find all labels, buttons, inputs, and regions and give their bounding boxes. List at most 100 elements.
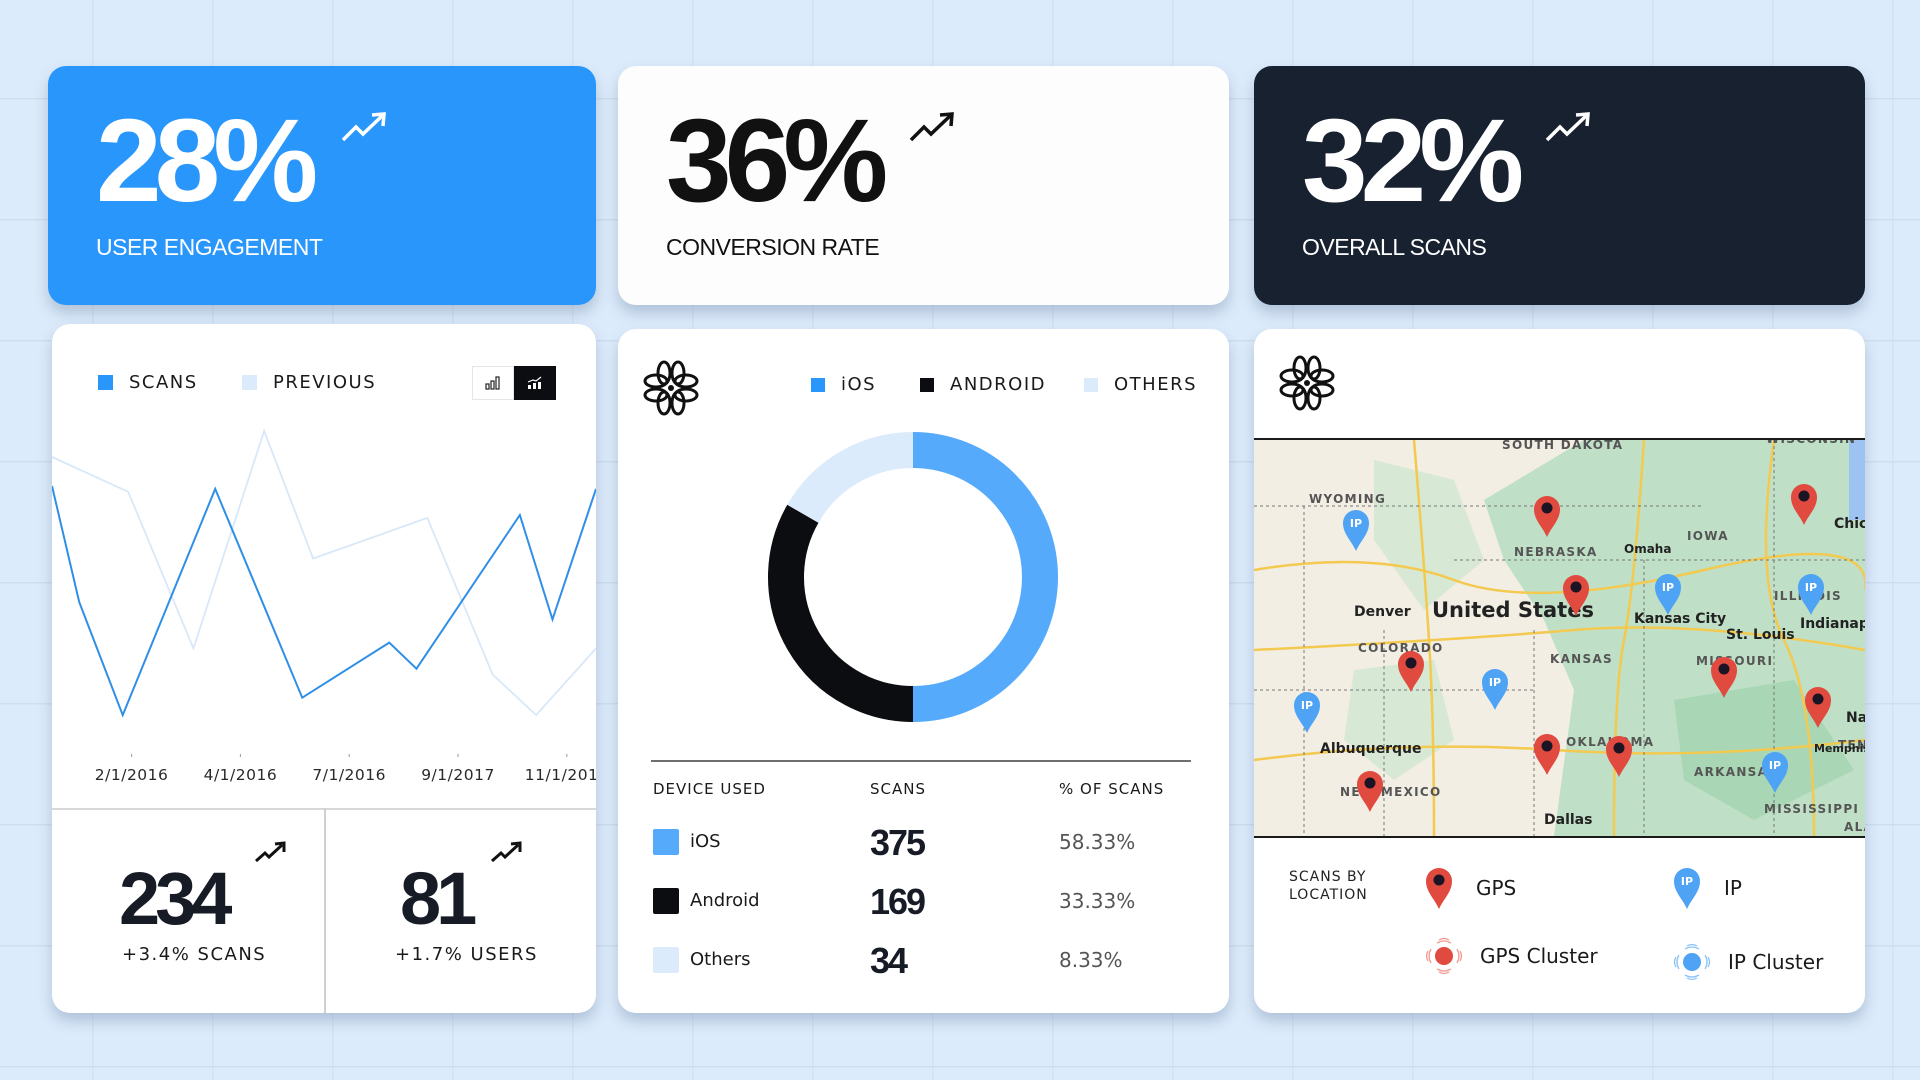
map-label: WYOMING [1309, 492, 1387, 506]
device-name: Android [690, 890, 760, 911]
svg-text:IP: IP [1805, 581, 1817, 594]
svg-text:IP: IP [1489, 676, 1501, 689]
map-city-label: Albuquerque [1320, 741, 1422, 757]
stat-caption: +1.7% USERS [395, 944, 538, 965]
map-city-label: Indianapo [1800, 616, 1865, 632]
series-line-previous [52, 428, 596, 717]
us-map[interactable]: SOUTH DAKOTA WYOMING NEBRASKA IOWA WISCO… [1254, 438, 1865, 838]
gps-pin-icon[interactable] [1532, 494, 1562, 538]
gps-pin-icon[interactable] [1789, 482, 1819, 526]
trending-up-icon [1545, 112, 1590, 142]
device-scans: 169 [870, 881, 926, 922]
svg-text:IP: IP [1301, 699, 1313, 712]
map-label: MISSISSIPPI [1764, 802, 1860, 816]
gps-pin-icon[interactable] [1561, 573, 1591, 617]
ip-cluster-icon [1673, 943, 1711, 981]
ip-pin-icon[interactable]: IP [1653, 572, 1683, 616]
gps-pin-icon[interactable] [1803, 685, 1833, 729]
brand-flower-icon [1279, 355, 1335, 411]
device-swatch [653, 829, 679, 855]
column-header-pct: % OF SCANS [1059, 780, 1165, 798]
kpi-label: CONVERSION RATE [666, 234, 880, 260]
device-name: Others [690, 949, 751, 970]
trending-up-icon [341, 112, 386, 142]
gps-pin-icon [1426, 868, 1452, 909]
series-line-scans [52, 485, 596, 718]
scans-line-chart-card: SCANS PREVIOUS 2/1/2016 4/1/2016 7/1/2016 9… [52, 324, 596, 1013]
donut-slice-others[interactable] [787, 432, 914, 524]
map-city-label: Denver [1354, 604, 1411, 620]
map-city-label: Memphis [1814, 742, 1865, 755]
kpi-label: OVERALL SCANS [1302, 234, 1487, 260]
device-swatch [653, 888, 679, 914]
x-tick-label: 2/1/2016 [94, 766, 169, 784]
ip-pin-icon: IP [1674, 868, 1700, 909]
legend-label: IP [1724, 876, 1742, 900]
map-city-label: Omaha [1624, 542, 1672, 556]
gps-pin-icon[interactable] [1396, 649, 1426, 693]
donut-slice-android[interactable] [768, 504, 914, 722]
stat-caption: +3.4% SCANS [122, 944, 267, 965]
stat-value: 234 [119, 857, 232, 940]
column-header-device: DEVICE USED [653, 780, 766, 798]
kpi-card-conversion-rate: 36% CONVERSION RATE [618, 66, 1229, 305]
trending-up-icon [909, 112, 954, 142]
device-scans: 34 [870, 940, 908, 981]
divider [324, 808, 326, 1013]
trending-up-icon [255, 841, 286, 863]
map-label: SOUTH DAKOTA [1502, 438, 1624, 452]
map-city-label: Dallas [1544, 812, 1593, 828]
gps-pin-icon[interactable] [1355, 769, 1385, 813]
ip-pin-icon[interactable]: IP [1796, 572, 1826, 616]
legend-item-gps: GPS [1424, 866, 1516, 910]
svg-text:IP: IP [1662, 581, 1674, 594]
ip-pin-icon[interactable]: IP [1760, 750, 1790, 794]
kpi-value: 28% [96, 95, 318, 227]
table-divider [651, 760, 1191, 762]
map-label: WISCONSIN [1766, 438, 1857, 446]
device-breakdown-card: iOS ANDROID OTHERS DEVICE USED SCANS % O… [618, 329, 1229, 1013]
device-swatch [653, 947, 679, 973]
gps-pin-icon[interactable] [1532, 732, 1562, 776]
x-tick-label: 4/1/2016 [203, 766, 278, 784]
kpi-value: 36% [666, 95, 888, 227]
gps-cluster-icon [1425, 937, 1463, 975]
x-tick-label: 11/1/2018 [524, 766, 596, 784]
map-city-label: Nas [1846, 710, 1865, 726]
ip-pin-icon[interactable]: IP [1292, 690, 1322, 734]
scans-by-location-card: SOUTH DAKOTA WYOMING NEBRASKA IOWA WISCO… [1254, 329, 1865, 1013]
map-label: NEBRASKA [1514, 545, 1598, 559]
map-label: KANSAS [1550, 652, 1614, 666]
kpi-card-overall-scans: 32% OVERALL SCANS [1254, 66, 1865, 305]
legend-label: IP Cluster [1728, 950, 1824, 974]
gps-pin-icon[interactable] [1604, 734, 1634, 778]
device-pct: 8.33% [1059, 948, 1123, 972]
trending-up-icon [491, 841, 522, 863]
legend-label: GPS Cluster [1480, 944, 1598, 968]
kpi-label: USER ENGAGEMENT [96, 234, 323, 260]
gps-pin-icon[interactable] [1709, 655, 1739, 699]
map-city-label: Chica [1834, 516, 1865, 532]
kpi-value: 32% [1302, 95, 1524, 227]
ip-pin-icon[interactable]: IP [1480, 667, 1510, 711]
map-city-label: St. Louis [1726, 627, 1795, 643]
svg-text:IP: IP [1769, 759, 1781, 772]
stat-value: 81 [400, 857, 477, 940]
svg-text:IP: IP [1681, 875, 1693, 888]
device-pct: 58.33% [1059, 830, 1136, 854]
map-label: IOWA [1687, 529, 1729, 543]
donut-slice-ios[interactable] [912, 432, 1058, 722]
device-pct: 33.33% [1059, 889, 1136, 913]
x-tick-label: 7/1/2016 [312, 766, 386, 784]
ip-pin-icon[interactable]: IP [1341, 508, 1371, 552]
device-name: iOS [690, 831, 721, 852]
legend-item-ip: IP IP [1672, 866, 1742, 910]
x-tick-label: 9/1/2017 [421, 766, 495, 784]
legend-item-ip-cluster: IP Cluster [1670, 940, 1823, 984]
column-header-scans: SCANS [870, 780, 926, 798]
donut-chart [768, 432, 1058, 722]
legend-item-gps-cluster: GPS Cluster [1422, 934, 1598, 978]
legend-title: SCANS BY LOCATION [1289, 869, 1368, 903]
kpi-card-user-engagement: 28% USER ENGAGEMENT [48, 66, 596, 305]
line-chart [52, 428, 596, 757]
